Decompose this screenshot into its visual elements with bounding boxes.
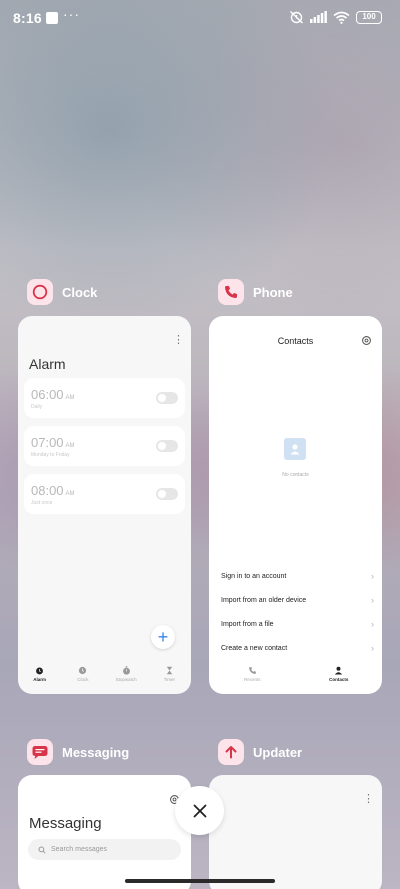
chevron-right-icon: › xyxy=(371,643,374,653)
contacts-title: Contacts xyxy=(277,336,314,346)
alarm-toggle xyxy=(156,488,178,500)
create-contact-item: Create a new contact › xyxy=(221,641,374,655)
messaging-title: Messaging xyxy=(29,815,102,832)
hourglass-icon xyxy=(166,666,173,675)
arrow-up-icon xyxy=(218,739,244,765)
status-bar: 8:16 ··· 100 xyxy=(0,0,400,36)
import-older-device-item: Import from an older device › xyxy=(221,593,374,607)
menu-label: Import from an older device xyxy=(221,596,307,604)
search-icon xyxy=(38,845,46,854)
tab-stopwatch: Stopwatch xyxy=(105,666,148,694)
person-icon xyxy=(335,666,343,675)
alarm-clock-icon xyxy=(36,667,44,675)
wifi-icon xyxy=(333,11,350,24)
tab-clock: Clock xyxy=(61,666,104,694)
menu-label: Import from a file xyxy=(221,620,274,628)
alarm-ampm: AM xyxy=(65,395,75,401)
signal-icon xyxy=(310,11,327,23)
tab-recents: Recents xyxy=(209,666,296,694)
alarm-ampm: AM xyxy=(65,443,75,449)
clock-app-name: Clock xyxy=(62,284,98,300)
messaging-app-card[interactable]: Messaging Search messages xyxy=(18,775,191,889)
menu-label: Sign in to an account xyxy=(221,572,287,580)
alarm-title: Alarm xyxy=(29,356,66,372)
tab-label: Contacts xyxy=(329,677,349,682)
alarm-toggle xyxy=(156,392,178,404)
tab-label: Clock xyxy=(77,677,89,682)
chat-bubble-icon xyxy=(27,739,53,765)
status-time: 8:16 xyxy=(13,10,42,26)
clock-app-card[interactable]: ⋮ Alarm 06:00 AM Daily 07:00 AM Monday to … xyxy=(18,316,191,694)
battery-icon: 100 xyxy=(356,10,382,24)
clock-bottom-tabs: Alarm Clock Stopwatch Timer xyxy=(18,666,191,694)
alarm-item: 08:00 AM Just once xyxy=(24,474,185,514)
search-placeholder: Search messages xyxy=(51,846,108,853)
phone-handset-icon xyxy=(248,667,256,674)
gear-icon xyxy=(362,336,371,345)
clock-icon xyxy=(27,279,53,305)
more-notifications-icon: ··· xyxy=(63,6,80,22)
chevron-right-icon: › xyxy=(371,595,374,605)
tab-label: Alarm xyxy=(33,677,46,682)
sign-in-account-item: Sign in to an account › xyxy=(221,569,374,583)
close-icon xyxy=(193,804,206,817)
phone-bottom-tabs: Recents Contacts xyxy=(209,666,382,694)
alarm-time: 06:00 xyxy=(31,387,64,402)
alarm-item: 07:00 AM Monday to Friday xyxy=(24,426,185,466)
add-alarm-button: + xyxy=(151,625,175,649)
alarm-toggle xyxy=(156,440,178,452)
messaging-app-header[interactable]: Messaging xyxy=(27,739,129,765)
home-indicator[interactable] xyxy=(125,879,275,883)
alarm-repeat: Daily xyxy=(31,404,43,410)
clock-tab-icon xyxy=(79,666,87,675)
tab-label: Stopwatch xyxy=(115,677,137,682)
notification-icon xyxy=(46,12,58,24)
phone-app-card[interactable]: Contacts No contacts Sign in to an accou… xyxy=(209,316,382,694)
search-messages-field: Search messages xyxy=(28,839,181,860)
clock-app-header[interactable]: Clock xyxy=(27,279,97,305)
updater-app-name: Updater xyxy=(253,744,303,760)
alarm-repeat: Monday to Friday xyxy=(31,452,70,458)
updater-app-header[interactable]: Updater xyxy=(218,739,302,765)
more-options-icon: ⋮ xyxy=(363,793,374,805)
tab-alarm: Alarm xyxy=(18,666,61,694)
phone-icon xyxy=(218,279,244,305)
contact-placeholder-icon xyxy=(284,438,306,460)
import-file-item: Import from a file › xyxy=(221,617,374,631)
alarm-repeat: Just once xyxy=(31,500,53,506)
phone-app-name: Phone xyxy=(253,284,293,300)
menu-label: Create a new contact xyxy=(221,644,288,652)
messaging-app-name: Messaging xyxy=(62,744,130,760)
tab-timer: Timer xyxy=(148,666,191,694)
tab-label: Recents xyxy=(243,677,261,682)
empty-state-text: No contacts xyxy=(282,472,309,478)
chevron-right-icon: › xyxy=(371,619,374,629)
more-options-icon: ⋮ xyxy=(173,334,184,346)
alarm-time: 08:00 xyxy=(31,483,64,498)
clear-all-button[interactable] xyxy=(175,786,224,835)
chevron-right-icon: › xyxy=(371,571,374,581)
updater-app-card[interactable]: ⋮ xyxy=(209,775,382,889)
alarm-time: 07:00 xyxy=(31,435,64,450)
status-icons: 100 xyxy=(289,10,382,24)
tab-contacts: Contacts xyxy=(296,666,383,694)
phone-app-header[interactable]: Phone xyxy=(218,279,293,305)
stopwatch-icon xyxy=(122,666,130,675)
alarm-off-icon xyxy=(290,10,303,24)
alarm-item: 06:00 AM Daily xyxy=(24,378,185,418)
alarm-ampm: AM xyxy=(65,491,75,497)
tab-label: Timer xyxy=(163,677,176,682)
